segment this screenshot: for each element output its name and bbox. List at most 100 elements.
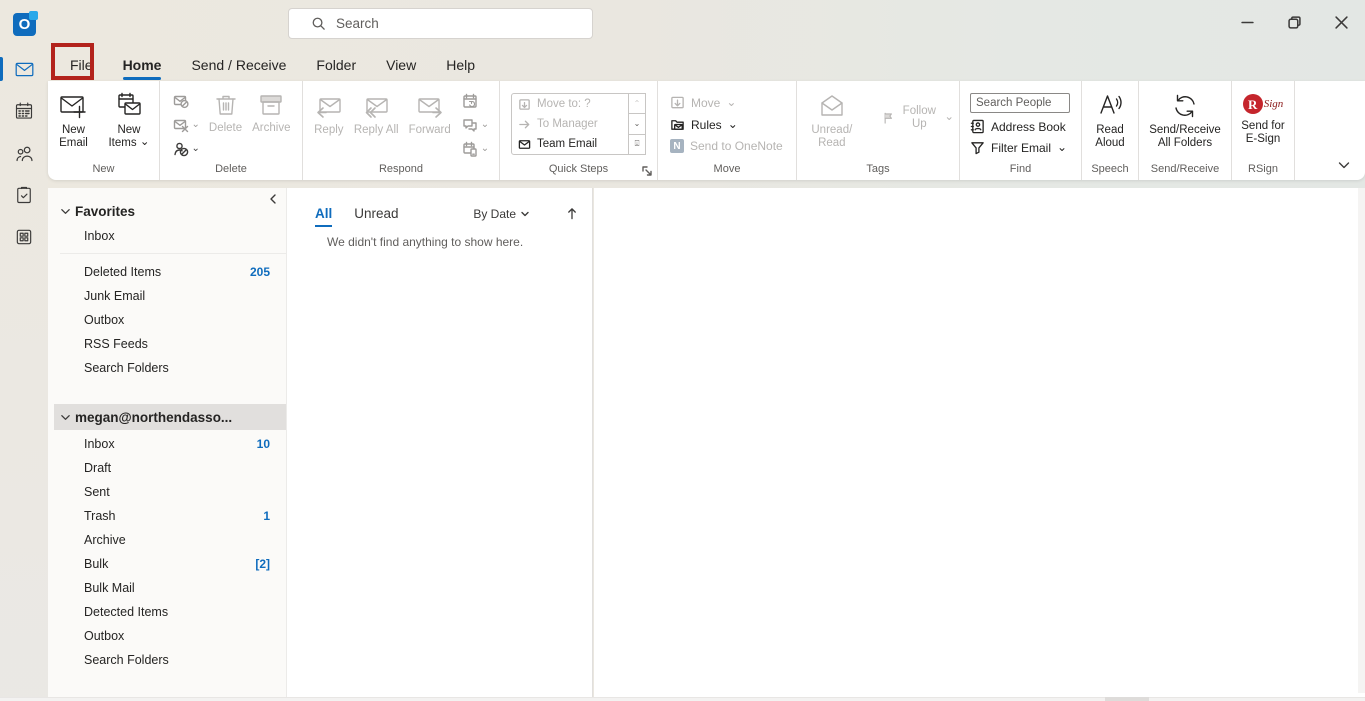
more-respond-button[interactable]: ⌄ xyxy=(462,141,489,157)
search-icon xyxy=(311,16,326,31)
address-book-button[interactable]: Address Book xyxy=(970,119,1070,134)
minimize-button[interactable] xyxy=(1224,0,1271,44)
search-input[interactable] xyxy=(336,16,566,31)
delete-button[interactable]: Delete xyxy=(204,87,247,139)
folder-item-archive[interactable]: Archive xyxy=(48,528,286,552)
tab-view[interactable]: View xyxy=(373,53,429,77)
ribbon-group-move: Move⌄ Rules⌄ N Send to OneNote Move xyxy=(658,81,797,180)
reply-button[interactable]: Reply xyxy=(309,87,349,141)
folder-item-outbox[interactable]: Outbox xyxy=(48,624,286,648)
clean-up-button[interactable]: ⌄ xyxy=(173,117,200,133)
window-controls xyxy=(1224,0,1365,48)
folder-item-bulk[interactable]: Bulk[2] xyxy=(48,552,286,576)
chevron-down-icon xyxy=(60,412,71,423)
move-button[interactable]: Move⌄ xyxy=(670,95,783,110)
folder-item-trash[interactable]: Trash1 xyxy=(48,504,286,528)
tab-send-receive[interactable]: Send / Receive xyxy=(178,53,299,77)
folder-item-count: 1 xyxy=(263,509,270,523)
folder-item-outbox[interactable]: Outbox xyxy=(48,308,286,332)
new-email-button[interactable]: New Email xyxy=(48,87,99,154)
ribbon: New Email New Items ⌄ New ⌄ xyxy=(48,81,1365,180)
quick-step-to-manager[interactable]: To Manager xyxy=(512,114,628,134)
tab-all[interactable]: All xyxy=(315,206,332,229)
reading-pane xyxy=(594,188,1365,697)
restore-icon xyxy=(1288,16,1301,29)
folder-item-junk-email[interactable]: Junk Email xyxy=(48,284,286,308)
tab-file[interactable]: File xyxy=(57,53,106,77)
folder-item-label: Inbox xyxy=(84,229,270,243)
delete-label: Delete xyxy=(209,122,242,135)
vertical-scrollbar[interactable] xyxy=(1358,188,1365,693)
folder-item-draft[interactable]: Draft xyxy=(48,456,286,480)
close-icon xyxy=(1335,16,1348,29)
send-receive-all-button[interactable]: Send/Receive All Folders xyxy=(1139,87,1231,154)
archive-button[interactable]: Archive xyxy=(247,87,295,139)
folder-item-inbox[interactable]: Inbox xyxy=(48,224,286,248)
reply-all-icon xyxy=(361,91,391,121)
tab-unread[interactable]: Unread xyxy=(354,206,398,229)
ribbon-group-respond: Reply Reply All Forward ⌄ ⌄ Respond xyxy=(303,81,500,180)
quick-steps-scroll-down[interactable]: ⌄ xyxy=(629,114,646,134)
folder-item-label: Draft xyxy=(84,461,270,475)
sort-direction-button[interactable] xyxy=(566,207,578,228)
new-items-button[interactable]: New Items ⌄ xyxy=(99,87,159,154)
search-bar[interactable] xyxy=(288,8,593,39)
account-header[interactable]: megan@northendasso... xyxy=(54,404,286,430)
folder-item-search-folders[interactable]: Search Folders xyxy=(48,356,286,380)
forward-button[interactable]: Forward xyxy=(404,87,456,141)
search-people-input[interactable] xyxy=(970,93,1070,113)
read-aloud-button[interactable]: Read Aloud xyxy=(1082,87,1138,154)
group-label-delete: Delete xyxy=(160,163,302,175)
tab-home[interactable]: Home xyxy=(110,53,175,77)
folder-item-sent[interactable]: Sent xyxy=(48,480,286,504)
meeting-button[interactable] xyxy=(462,93,489,109)
address-book-icon xyxy=(970,119,985,134)
tab-folder[interactable]: Folder xyxy=(303,53,369,77)
close-button[interactable] xyxy=(1318,0,1365,44)
reply-label: Reply xyxy=(314,124,343,137)
unread-read-button[interactable]: Unread/ Read xyxy=(797,87,867,154)
ignore-button[interactable] xyxy=(173,93,200,109)
im-reply-button[interactable]: ⌄ xyxy=(462,117,489,133)
rules-button[interactable]: Rules⌄ xyxy=(670,117,783,132)
horizontal-scrollbar-thumb[interactable] xyxy=(1105,697,1149,701)
rail-calendar-button[interactable] xyxy=(0,90,48,132)
folder-item-search-folders[interactable]: Search Folders xyxy=(48,648,286,672)
rail-mail-button[interactable] xyxy=(0,48,48,90)
calendar-device-icon xyxy=(462,141,478,157)
tab-help[interactable]: Help xyxy=(433,53,488,77)
collapse-ribbon-button[interactable] xyxy=(1337,158,1351,172)
rail-people-button[interactable] xyxy=(0,132,48,174)
collapse-folder-pane-button[interactable] xyxy=(268,194,278,204)
folder-divider xyxy=(60,253,286,254)
folder-item-detected-items[interactable]: Detected Items xyxy=(48,600,286,624)
reply-all-button[interactable]: Reply All xyxy=(349,87,404,141)
rail-apps-button[interactable] xyxy=(0,216,48,258)
folder-item-rss-feeds[interactable]: RSS Feeds xyxy=(48,332,286,356)
block-sender-button[interactable]: ⌄ xyxy=(173,141,200,157)
quick-steps-dialog-launcher[interactable] xyxy=(642,166,652,176)
ribbon-spacer xyxy=(1295,81,1365,180)
chevron-down-icon xyxy=(1337,158,1351,172)
quick-step-move-to[interactable]: Move to: ? xyxy=(512,94,628,114)
sort-by-dropdown[interactable]: By Date xyxy=(473,207,530,229)
folder-item-bulk-mail[interactable]: Bulk Mail xyxy=(48,576,286,600)
quick-steps-scroll: ⌃ ⌄ ⍗ xyxy=(629,93,646,155)
folder-item-label: Bulk Mail xyxy=(84,581,270,595)
quick-steps-gallery: Move to: ? To Manager Team Email xyxy=(511,93,629,155)
restore-button[interactable] xyxy=(1271,0,1318,44)
rail-tasks-button[interactable] xyxy=(0,174,48,216)
chat-bubbles-icon xyxy=(462,117,478,133)
quick-step-team-email[interactable]: Team Email xyxy=(512,134,628,154)
follow-up-button[interactable]: Follow Up ⌄ xyxy=(877,101,959,135)
filter-email-button[interactable]: Filter Email⌄ xyxy=(970,140,1070,155)
send-to-onenote-button[interactable]: N Send to OneNote xyxy=(670,139,783,153)
app-rail xyxy=(0,48,48,701)
folder-item-inbox[interactable]: Inbox10 xyxy=(48,432,286,456)
send-for-esign-button[interactable]: RSign Send for E-Sign xyxy=(1232,87,1294,150)
folder-item-deleted-items[interactable]: Deleted Items205 xyxy=(48,260,286,284)
favorites-header[interactable]: Favorites xyxy=(48,198,286,224)
quick-steps-scroll-up[interactable]: ⌃ xyxy=(629,93,646,114)
quick-steps-more[interactable]: ⍗ xyxy=(629,135,646,155)
arrow-right-icon xyxy=(518,118,531,131)
